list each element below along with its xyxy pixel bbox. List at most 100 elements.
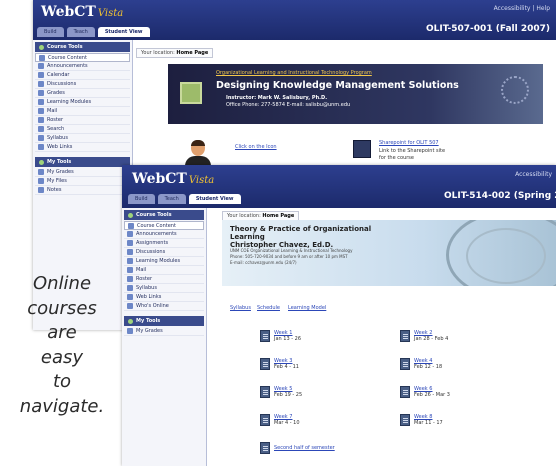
week-item[interactable]: Week 2 Jan 28 - Feb 4 bbox=[400, 330, 448, 342]
sharepoint-icon[interactable] bbox=[353, 140, 371, 158]
sidebar-item[interactable]: My Files bbox=[35, 177, 130, 186]
logo-text: WebCT bbox=[41, 4, 96, 20]
role-tabs: Build Teach Student View bbox=[128, 194, 241, 204]
sidebar-item[interactable]: Mail bbox=[35, 107, 130, 116]
week-dates: Feb 26 - Mar 3 bbox=[414, 392, 450, 398]
sharepoint-link[interactable]: Sharepoint for OLIT 507 bbox=[379, 140, 439, 146]
tool-icon bbox=[127, 276, 133, 282]
architecture-detail bbox=[466, 228, 546, 284]
sidebar-item[interactable]: Notes bbox=[35, 186, 130, 195]
sidebar-item[interactable]: Course Content bbox=[124, 221, 204, 230]
caption: Online courses are easy to navigate. bbox=[2, 272, 122, 420]
sidebar-item[interactable]: Learning Modules bbox=[35, 98, 130, 107]
week-item[interactable]: Week 8 Mar 11 - 17 bbox=[400, 414, 443, 426]
syllabus-link[interactable]: Syllabus bbox=[230, 305, 251, 311]
sidebar-item-label: Course Content bbox=[137, 222, 176, 229]
tool-icon bbox=[127, 249, 133, 255]
week-item[interactable]: Week 4 Feb 12 - 18 bbox=[400, 358, 442, 370]
week-item[interactable]: Week 7 Mar 4 - 10 bbox=[260, 414, 300, 426]
tool-icon bbox=[127, 328, 133, 334]
my-tools-icon bbox=[128, 318, 133, 324]
document-icon bbox=[400, 414, 410, 426]
sidebar-item[interactable]: Learning Modules bbox=[124, 257, 204, 266]
sidebar-item[interactable]: Discussions bbox=[124, 248, 204, 257]
sidebar-item[interactable]: Grades bbox=[35, 89, 130, 98]
sidebar-item[interactable]: Syllabus bbox=[35, 134, 130, 143]
week-item[interactable]: Week 3 Feb 4 - 11 bbox=[260, 358, 299, 370]
sidebar-item-label: Mail bbox=[47, 108, 58, 114]
role-tabs: Build Teach Student View bbox=[37, 27, 150, 37]
sidebar-item[interactable]: Course Content bbox=[35, 53, 130, 62]
course-tools-icon bbox=[128, 212, 133, 218]
second-half-link[interactable]: Second half of semester bbox=[274, 445, 335, 451]
sidebar-item[interactable]: Who's Online bbox=[124, 302, 204, 311]
sidebar-item[interactable]: Roster bbox=[124, 275, 204, 284]
logo-sub: Vista bbox=[97, 8, 124, 19]
tool-icon bbox=[38, 144, 44, 150]
course-id: OLIT-507-001 (Fall 2007) bbox=[425, 24, 550, 34]
sidebar-item[interactable]: Assignments bbox=[124, 239, 204, 248]
sidebar-item-label: Roster bbox=[47, 117, 64, 123]
document-icon bbox=[400, 358, 410, 370]
learning-model-link[interactable]: Learning Model bbox=[288, 305, 326, 311]
document-icon bbox=[260, 414, 270, 426]
sidebar-item[interactable]: Announcements bbox=[35, 62, 130, 71]
sidebar-item-label: Calendar bbox=[47, 72, 70, 78]
sidebar-item[interactable]: Roster bbox=[35, 116, 130, 125]
tool-icon bbox=[38, 90, 44, 96]
schedule-link[interactable]: Schedule bbox=[257, 305, 280, 311]
tool-icon bbox=[38, 99, 44, 105]
document-icon bbox=[400, 330, 410, 342]
second-half-item[interactable]: Second half of semester bbox=[260, 442, 335, 454]
course-tools-heading-text: Course Tools bbox=[136, 212, 172, 218]
tab-build[interactable]: Build bbox=[37, 27, 64, 37]
sidebar-item[interactable]: My Grades bbox=[124, 327, 204, 336]
tab-student-view[interactable]: Student View bbox=[97, 27, 150, 37]
webct-logo: WebCT Vista bbox=[41, 4, 123, 20]
sidebar-item[interactable]: Calendar bbox=[35, 71, 130, 80]
sidebar-item[interactable]: Mail bbox=[124, 266, 204, 275]
tab-build[interactable]: Build bbox=[128, 194, 155, 204]
tool-icon bbox=[38, 63, 44, 69]
course-banner: Theory & Practice of Organizational Lear… bbox=[222, 220, 556, 286]
my-tools-heading-text: My Tools bbox=[136, 318, 161, 324]
tab-teach[interactable]: Teach bbox=[66, 27, 95, 37]
sidebar-item-label: My Grades bbox=[136, 328, 163, 334]
caption-line: are bbox=[47, 322, 77, 344]
sidebar-item[interactable]: Web Links bbox=[35, 143, 130, 152]
week-dates: Jan 28 - Feb 4 bbox=[414, 336, 449, 342]
tool-icon bbox=[127, 231, 133, 237]
sidebar-item[interactable]: Search bbox=[35, 125, 130, 134]
sidebar-item[interactable]: Announcements bbox=[124, 230, 204, 239]
click-icon-link[interactable]: Click on the Icon bbox=[235, 144, 277, 150]
tab-student-view[interactable]: Student View bbox=[188, 194, 241, 204]
photo-hair bbox=[191, 140, 205, 146]
sidebar-item[interactable]: Discussions bbox=[35, 80, 130, 89]
tool-icon bbox=[38, 72, 44, 78]
breadcrumb-page[interactable]: Home Page bbox=[262, 213, 294, 219]
course-tools-heading: Course Tools bbox=[35, 42, 130, 52]
week-item[interactable]: Week 6 Feb 26 - Mar 3 bbox=[400, 386, 450, 398]
tool-icon bbox=[38, 126, 44, 132]
sidebar-item-label: Discussions bbox=[136, 249, 166, 255]
my-tools-heading: My Tools bbox=[35, 157, 130, 167]
utility-links[interactable]: Accessibility | Help bbox=[494, 5, 550, 12]
header-bar: WebCT Vista Accessibility | Help OLIT-507… bbox=[33, 0, 556, 40]
banner-title-block: Theory & Practice of Organizational Lear… bbox=[230, 225, 400, 249]
tool-icon bbox=[38, 169, 44, 175]
sidebar-item[interactable]: Web Links bbox=[124, 293, 204, 302]
office-info: Office Phone: 277-5874 E-mail: salisbu@u… bbox=[226, 102, 351, 108]
sidebar-item[interactable]: My Grades bbox=[35, 168, 130, 177]
week-dates: Mar 11 - 17 bbox=[414, 420, 443, 426]
sidebar-item[interactable]: Syllabus bbox=[124, 284, 204, 293]
instructor: Instructor: Mark W. Salisbury, Ph.D. bbox=[226, 95, 328, 101]
week-item[interactable]: Week 1 Jan 13 - 26 bbox=[260, 330, 301, 342]
my-tools-icon bbox=[39, 159, 44, 165]
week-item[interactable]: Week 5 Feb 19 - 25 bbox=[260, 386, 302, 398]
my-tools-heading-text: My Tools bbox=[47, 159, 72, 165]
sidebar-item-label: Announcements bbox=[47, 63, 88, 69]
utility-links[interactable]: Accessibility bbox=[515, 171, 552, 178]
tab-teach[interactable]: Teach bbox=[157, 194, 186, 204]
program-name[interactable]: Organizational Learning and Instructiona… bbox=[216, 70, 372, 76]
breadcrumb-page[interactable]: Home Page bbox=[176, 50, 208, 56]
